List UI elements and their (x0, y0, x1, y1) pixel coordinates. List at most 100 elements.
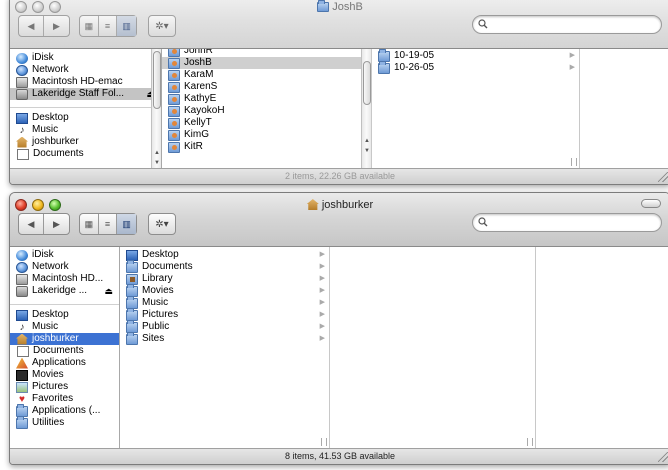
item-label: KathyE (184, 93, 217, 104)
sidebar-item-desktop[interactable]: Desktop (10, 309, 119, 321)
sidebar-item-movies[interactable]: Movies (10, 369, 119, 381)
list-item[interactable]: KaraM▶ (162, 69, 371, 81)
scroll-down-arrow[interactable]: ▼ (152, 158, 161, 168)
sidebar-scrollbar[interactable]: ▲ ▼ (151, 49, 161, 168)
forward-button[interactable]: ▶ (44, 16, 69, 36)
sidebar-item-lakeridge[interactable]: Lakeridge ... ⏏ (10, 285, 119, 297)
sidebar-item-lakeridge[interactable]: Lakeridge Staff Fol...⏏ (10, 88, 161, 100)
sidebar-item-applications[interactable]: Applications (10, 357, 119, 369)
scroll-thumb[interactable] (153, 51, 161, 109)
sidebar: iDisk Network Macintosh HD-emac Lakeridg… (10, 49, 162, 168)
disclosure-arrow-icon: ▶ (569, 52, 575, 59)
user-folder-icon (168, 93, 180, 105)
sidebar-item-desktop[interactable]: Desktop (10, 112, 161, 124)
scroll-thumb[interactable] (363, 61, 371, 105)
window-title-text: JoshB (332, 1, 363, 13)
sidebar-item-label: Lakeridge Staff Fol... (32, 88, 125, 99)
column-view-button[interactable]: ▥ (117, 16, 136, 36)
list-item[interactable]: JoshB▶ (162, 57, 371, 69)
back-button[interactable]: ◀ (19, 214, 45, 234)
sidebar-item-joshburker[interactable]: joshburker (10, 136, 161, 148)
scroll-down-arrow[interactable]: ▼ (362, 146, 371, 156)
list-item[interactable]: JohnR▶ (162, 49, 371, 57)
sidebar-item-label: iDisk (32, 249, 54, 260)
sidebar-item-label: Network (32, 261, 69, 272)
sidebar-item-label: Music (32, 124, 59, 135)
sidebar-item-music[interactable]: ♪ Music (10, 124, 161, 136)
action-menu-button[interactable]: ✲▾ (148, 15, 176, 37)
search-field[interactable] (472, 15, 662, 34)
sidebar-item-label: joshburker (32, 333, 79, 344)
list-item[interactable]: 10-19-05 ▶ (372, 49, 579, 62)
list-item[interactable]: KellyT▶ (162, 117, 371, 129)
sidebar-item-utilities[interactable]: Utilities (10, 415, 119, 429)
list-item[interactable]: Sites ▶ (120, 331, 329, 345)
sidebar-item-macintosh-hd[interactable]: Macintosh HD-emac (10, 76, 161, 88)
list-item[interactable]: KarenS▶ (162, 81, 371, 93)
documents-icon (17, 148, 29, 160)
window-title-text: joshburker (321, 199, 374, 211)
sidebar-item-documents[interactable]: Documents (10, 345, 119, 357)
column-scrollbar[interactable]: ▲ ▼ (361, 49, 371, 168)
disclosure-arrow-icon: ▶ (319, 299, 325, 306)
list-view-button[interactable]: ≡ (99, 16, 118, 36)
sidebar-item-music[interactable]: ♪ Music (10, 321, 119, 333)
icon-view-button[interactable]: ▦ (80, 16, 99, 36)
sidebar-item-network[interactable]: Network (10, 261, 119, 273)
list-item[interactable]: Library ▶ (120, 273, 329, 285)
column-view-button[interactable]: ▥ (117, 214, 136, 234)
user-folder-icon (168, 49, 180, 57)
status-bar: 8 items, 41.53 GB available (10, 448, 668, 464)
list-item[interactable]: Music ▶ (120, 295, 329, 309)
column-resize-handle[interactable] (321, 438, 327, 446)
disclosure-arrow-icon: ▶ (319, 335, 325, 342)
sidebar-item-network[interactable]: Network (10, 64, 161, 76)
list-item[interactable]: Documents ▶ (120, 259, 329, 273)
sidebar-item-joshburker[interactable]: joshburker (10, 333, 119, 345)
list-view-button[interactable]: ≡ (99, 214, 118, 234)
sidebar-item-documents[interactable]: Documents (10, 148, 161, 160)
list-item[interactable]: Public ▶ (120, 319, 329, 333)
finder-window-joshburker[interactable]: joshburker ◀ ▶ ▦ ≡ ▥ ✲▾ iDisk Network Ma… (9, 192, 668, 465)
user-folder-icon (168, 141, 180, 153)
sidebar-item-pictures[interactable]: Pictures (10, 381, 119, 393)
column-resize-handle[interactable] (571, 158, 577, 166)
search-input[interactable] (491, 18, 651, 31)
list-item[interactable]: 10-26-05 ▶ (372, 60, 579, 74)
sidebar-item-label: Macintosh HD-emac (32, 76, 123, 87)
back-button[interactable]: ◀ (19, 16, 45, 36)
resize-grip-icon[interactable] (658, 452, 668, 462)
sidebar-item-applications-folder[interactable]: Applications (... (10, 403, 119, 417)
list-item[interactable]: Desktop ▶ (120, 249, 329, 261)
list-item[interactable]: KitR▶ (162, 141, 371, 153)
list-item[interactable]: KimG▶ (162, 129, 371, 141)
list-item[interactable]: KathyE▶ (162, 93, 371, 105)
forward-button[interactable]: ▶ (44, 214, 69, 234)
search-input[interactable] (491, 216, 651, 229)
eject-icon[interactable]: ⏏ (104, 285, 113, 297)
sidebar-item-macintosh-hd[interactable]: Macintosh HD... (10, 273, 119, 285)
scroll-up-arrow[interactable]: ▲ (362, 136, 371, 146)
folder-icon (16, 415, 28, 429)
sidebar-item-idisk[interactable]: iDisk (10, 52, 161, 64)
list-item[interactable]: Movies ▶ (120, 283, 329, 297)
title-bar[interactable]: JoshB ◀ ▶ ▦ ≡ ▥ ✲▾ (10, 0, 668, 49)
action-menu-button[interactable]: ✲▾ (148, 213, 176, 235)
scroll-up-arrow[interactable]: ▲ (152, 148, 161, 158)
sidebar-item-label: Documents (33, 148, 84, 159)
sidebar-item-idisk[interactable]: iDisk (10, 249, 119, 261)
search-field[interactable] (472, 213, 662, 232)
item-label: KitR (184, 141, 203, 152)
list-item[interactable]: KayokoH▶ (162, 105, 371, 117)
folder-icon (16, 403, 28, 417)
library-folder-icon (126, 273, 138, 285)
sidebar-item-favorites[interactable]: ♥ Favorites (10, 393, 119, 405)
finder-window-joshb[interactable]: JoshB ◀ ▶ ▦ ≡ ▥ ✲▾ iDisk Network Macinto… (9, 0, 668, 185)
toolbar-toggle-button[interactable] (641, 199, 661, 208)
icon-view-button[interactable]: ▦ (80, 214, 99, 234)
title-bar[interactable]: joshburker ◀ ▶ ▦ ≡ ▥ ✲▾ (10, 193, 668, 247)
sidebar-item-label: Music (32, 321, 59, 332)
resize-grip-icon[interactable] (658, 172, 668, 182)
list-item[interactable]: Pictures ▶ (120, 307, 329, 321)
column-resize-handle[interactable] (527, 438, 533, 446)
